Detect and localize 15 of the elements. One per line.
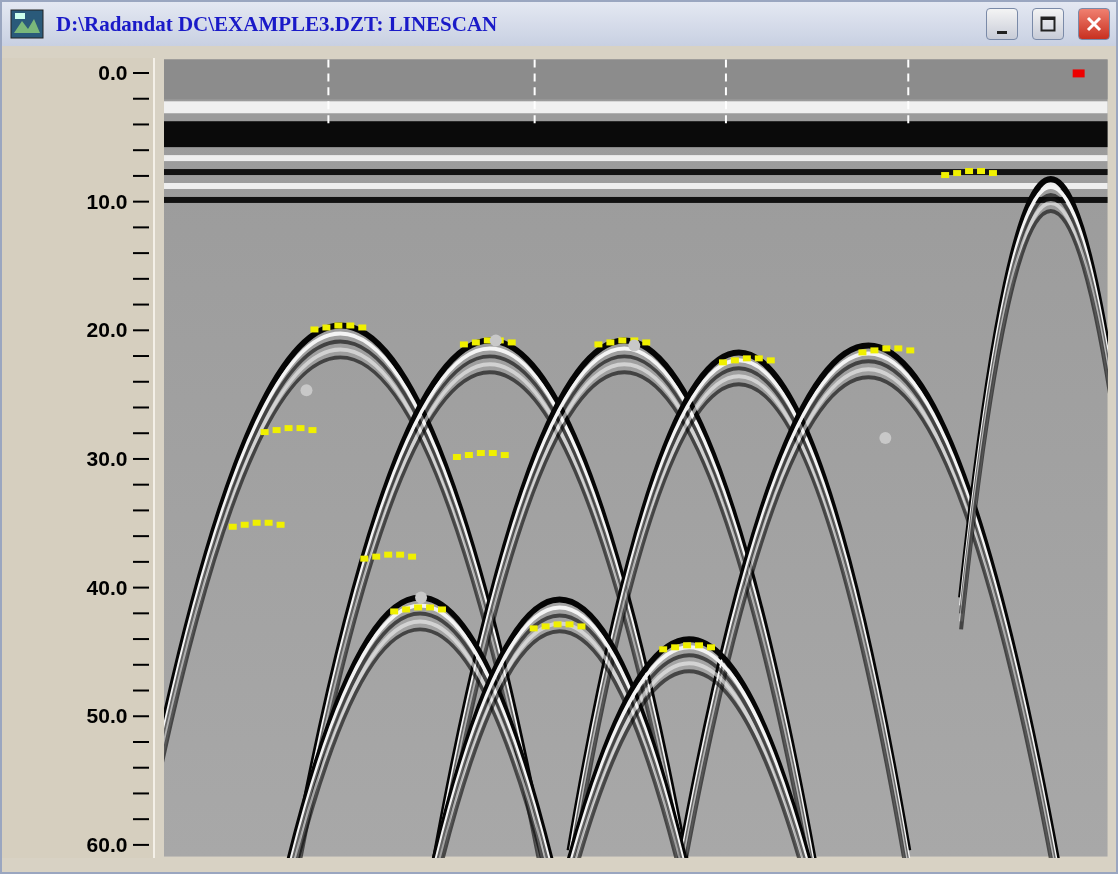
depth-label: 40.0 <box>86 576 128 599</box>
depth-label: 50.0 <box>86 705 128 728</box>
depth-label: 30.0 <box>86 447 128 470</box>
close-button[interactable] <box>1078 8 1110 40</box>
depth-label: 0.0 <box>98 62 128 84</box>
window-title: D:\Radandat DC\EXAMPLE3.DZT: LINESCAN <box>56 11 499 37</box>
maximize-button[interactable] <box>1032 8 1064 40</box>
depth-label: 20.0 <box>86 319 128 342</box>
minimize-button[interactable] <box>986 8 1018 40</box>
depth-label: 60.0 <box>86 833 128 856</box>
minimize-icon <box>997 30 1007 34</box>
close-icon <box>1086 16 1102 32</box>
maximize-icon <box>1040 16 1056 32</box>
app-icon <box>10 9 44 39</box>
depth-label: 10.0 <box>86 190 128 213</box>
